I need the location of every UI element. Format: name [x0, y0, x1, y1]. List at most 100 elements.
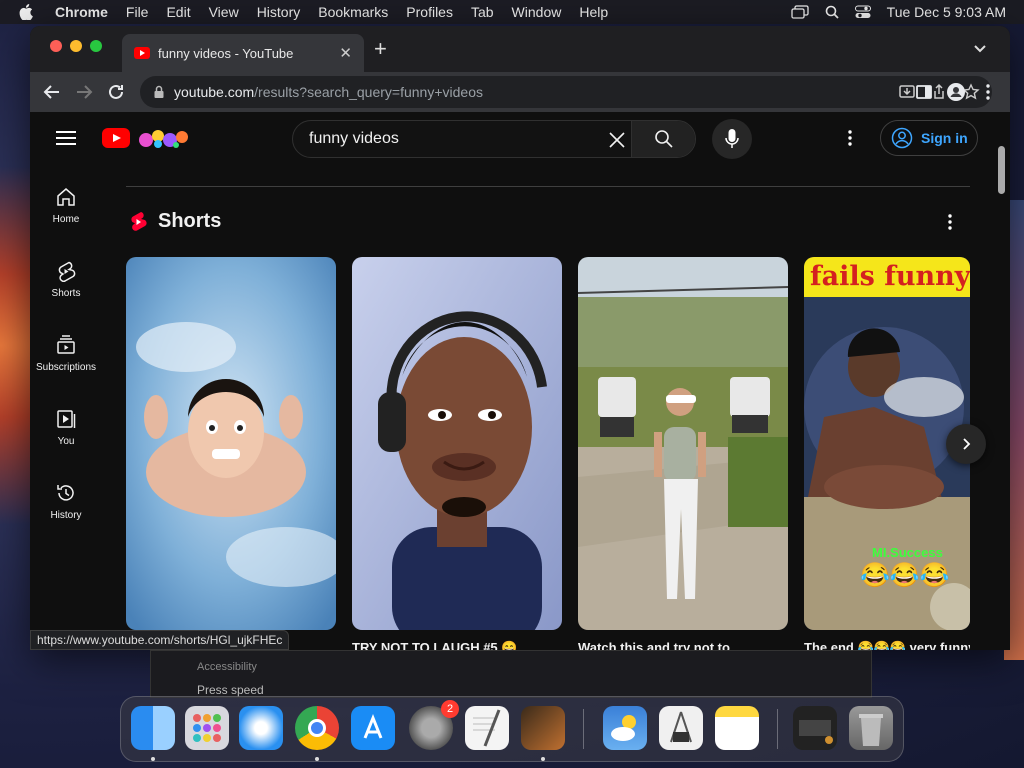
hamburger-menu-icon[interactable] [56, 130, 76, 146]
spotlight-search-icon[interactable] [825, 5, 839, 19]
preview-icon[interactable] [793, 706, 837, 750]
app-store-a-icon [363, 713, 383, 739]
profile-icon[interactable] [946, 82, 966, 102]
short-title[interactable]: Watch this and try not to [578, 640, 788, 650]
lock-icon[interactable] [152, 85, 166, 99]
sidebar-label: Subscriptions [35, 362, 97, 373]
menu-bookmarks[interactable]: Bookmarks [318, 4, 388, 20]
search-input[interactable] [309, 130, 589, 148]
sidebar-label: You [57, 436, 75, 447]
compass-tool-icon [670, 711, 692, 743]
shorts-logo-icon [131, 211, 147, 231]
sidebar-item-history[interactable]: History [30, 468, 102, 542]
window-zoom-button[interactable] [90, 40, 102, 52]
laughing-emoji-icon: 😂😂😂 [860, 562, 950, 589]
you-icon [57, 410, 76, 428]
voice-search-button[interactable] [712, 119, 752, 159]
home-icon [57, 188, 75, 206]
short-overlay-bottom-text: MI.Success [872, 545, 943, 560]
running-indicator [151, 757, 155, 761]
search-box[interactable] [292, 120, 696, 158]
menu-history[interactable]: History [257, 4, 301, 20]
shorts-next-button[interactable] [946, 424, 986, 464]
app-store-icon[interactable] [351, 706, 395, 750]
shorts-shelf-title: Shorts [158, 210, 222, 232]
settings-notification-badge: 2 [441, 700, 459, 718]
short-thumbnail[interactable] [352, 257, 562, 630]
textedit-icon[interactable] [465, 706, 509, 750]
tab-strip: funny videos - YouTube ✕ + [30, 26, 1010, 72]
menu-clock[interactable]: Tue Dec 5 9:03 AM [887, 4, 1006, 20]
sidebar-label: Shorts [51, 288, 81, 299]
window-close-button[interactable] [50, 40, 62, 52]
weather-icon[interactable] [603, 706, 647, 750]
back-arrow-icon[interactable] [42, 82, 62, 102]
menu-window[interactable]: Window [512, 4, 562, 20]
shorts-shelf-header: Shorts [128, 210, 221, 233]
screen-mirror-icon[interactable] [791, 5, 809, 19]
garageband-icon[interactable] [521, 706, 565, 750]
address-bar[interactable]: youtube.com/results?search_query=funny+v… [140, 76, 992, 108]
short-thumbnail[interactable] [578, 257, 788, 630]
short-thumbnail[interactable] [126, 257, 336, 630]
menu-app-name[interactable]: Chrome [55, 4, 108, 20]
background-window-text: Accessibility [197, 661, 257, 673]
search-button[interactable] [631, 121, 695, 157]
settings-more-icon[interactable] [840, 128, 860, 148]
forward-arrow-icon[interactable] [74, 82, 94, 102]
simulator-icon[interactable] [659, 706, 703, 750]
sidebar-item-home[interactable]: Home [30, 172, 102, 246]
address-url: youtube.com/results?search_query=funny+v… [174, 84, 483, 100]
chrome-menu-icon[interactable] [978, 82, 998, 102]
clear-search-icon[interactable] [607, 130, 627, 150]
window-minimize-button[interactable] [70, 40, 82, 52]
tab-youtube[interactable]: funny videos - YouTube ✕ [122, 34, 364, 72]
sidebar-label: Home [52, 214, 80, 225]
browser-toolbar: youtube.com/results?search_query=funny+v… [30, 72, 1010, 112]
tab-close-icon[interactable]: ✕ [339, 44, 352, 62]
youtube-favicon-icon [134, 47, 150, 59]
short-thumbnail-image [352, 257, 562, 630]
sidebar-label: History [50, 510, 82, 521]
sidebar-item-shorts[interactable]: Shorts [30, 246, 102, 320]
cloud-sun-icon [611, 715, 636, 741]
sidebar-item-subscriptions[interactable]: Subscriptions [30, 320, 102, 394]
reload-icon[interactable] [106, 82, 126, 102]
preview-window-icon [799, 720, 833, 744]
new-tab-button[interactable]: + [374, 36, 387, 62]
side-panel-icon[interactable] [914, 82, 934, 102]
chrome-center-icon [308, 719, 326, 737]
menu-profiles[interactable]: Profiles [406, 4, 453, 20]
running-indicator [315, 757, 319, 761]
menu-edit[interactable]: Edit [166, 4, 190, 20]
finder-icon[interactable] [131, 706, 175, 750]
notes-icon[interactable] [715, 706, 759, 750]
chrome-icon[interactable] [295, 706, 339, 750]
menu-view[interactable]: View [209, 4, 239, 20]
short-overlay-top-text: fails funny [810, 261, 970, 292]
account-circle-icon [891, 127, 913, 149]
menu-bar: Chrome File Edit View History Bookmarks … [0, 0, 1024, 24]
short-thumbnail-image [126, 257, 336, 630]
safari-icon[interactable] [239, 706, 283, 750]
short-title[interactable]: The end 😂😂😂 very funny [804, 640, 970, 650]
running-indicator [541, 757, 545, 761]
youtube-logo[interactable] [102, 126, 194, 150]
tab-search-chevron-icon[interactable] [972, 40, 988, 56]
shorts-more-icon[interactable] [940, 212, 960, 232]
apple-icon[interactable] [16, 2, 36, 22]
menu-help[interactable]: Help [579, 4, 608, 20]
page-scrollbar[interactable] [998, 146, 1005, 194]
menu-file[interactable]: File [126, 4, 149, 20]
menu-tab[interactable]: Tab [471, 4, 494, 20]
youtube-play-icon [102, 128, 130, 148]
tab-title: funny videos - YouTube [158, 45, 294, 61]
trash-icon[interactable] [849, 706, 893, 750]
sidebar-item-you[interactable]: You [30, 394, 102, 468]
launchpad-icon[interactable] [185, 706, 229, 750]
control-center-icon[interactable] [854, 5, 871, 19]
microphone-icon [725, 129, 739, 148]
short-title[interactable]: TRY NOT TO LAUGH #5 😄 [352, 640, 562, 650]
sign-in-button[interactable]: Sign in [880, 120, 978, 156]
pencil-icon [473, 709, 501, 747]
